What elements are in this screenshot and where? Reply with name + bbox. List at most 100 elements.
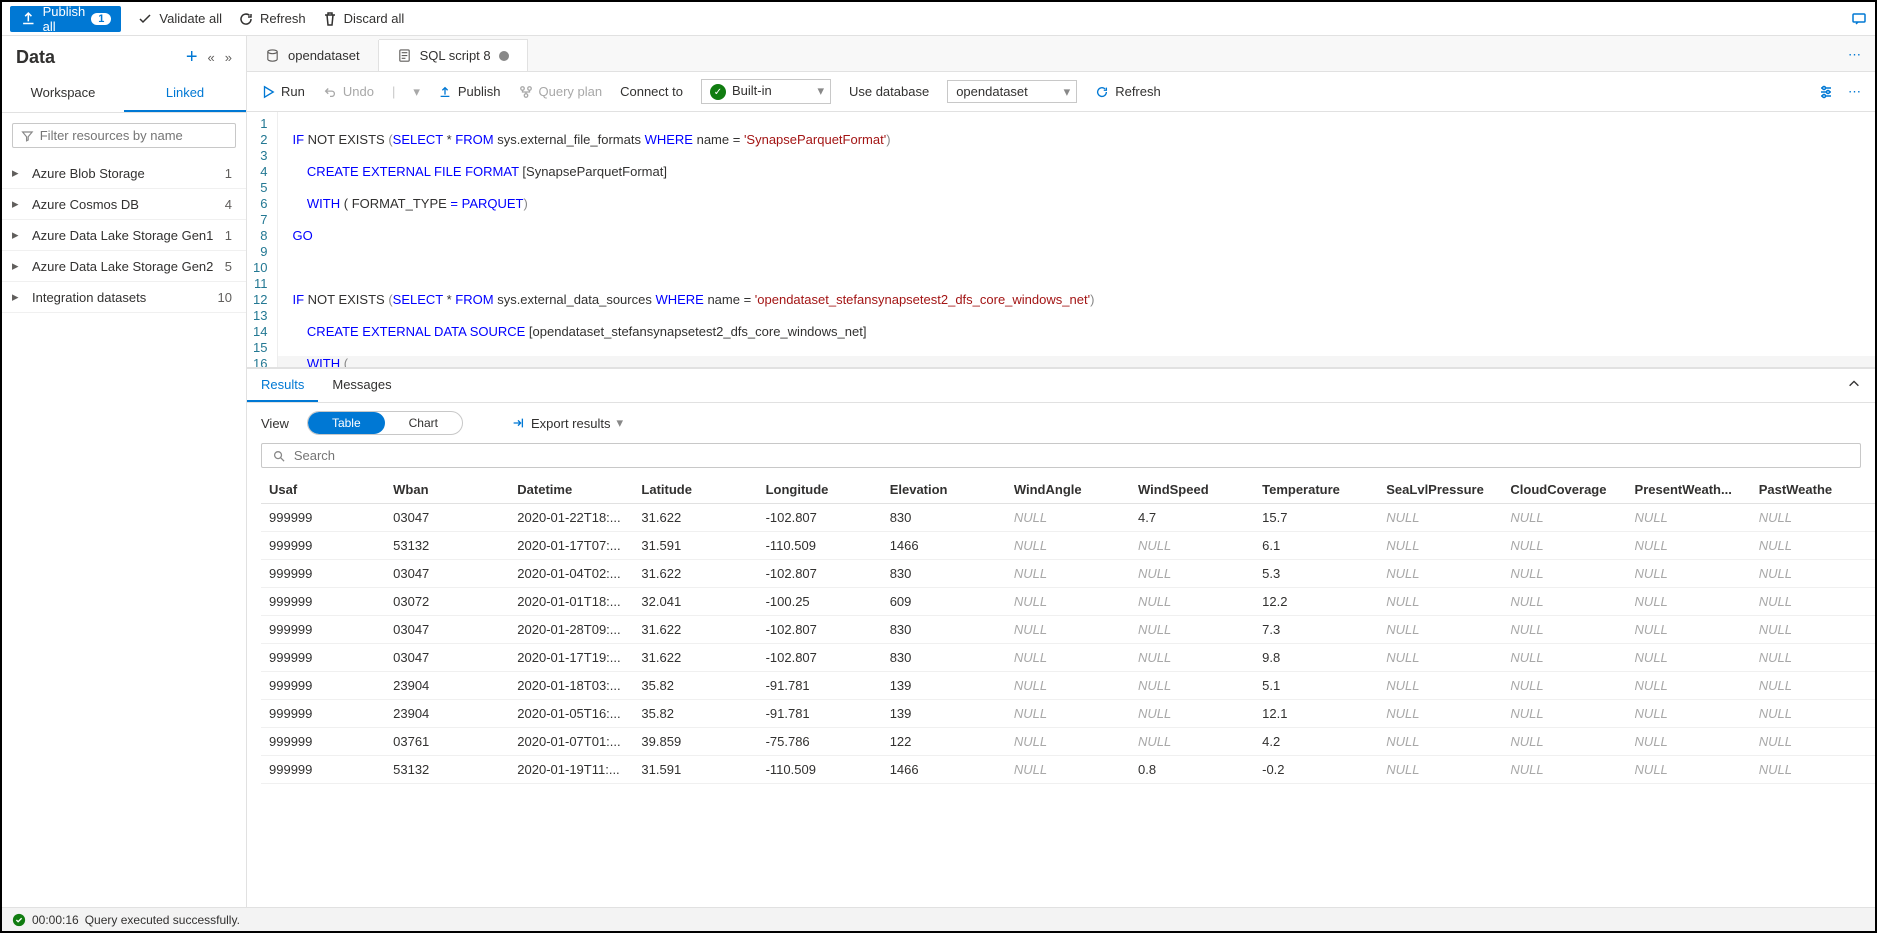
table-row[interactable]: 999999037612020-01-07T01:...39.859-75.78…	[261, 728, 1875, 756]
table-row[interactable]: 999999239042020-01-18T03:...35.82-91.781…	[261, 672, 1875, 700]
usedb-value: opendataset	[956, 84, 1028, 99]
table-row[interactable]: 999999030472020-01-04T02:...31.622-102.8…	[261, 560, 1875, 588]
settings-icon[interactable]	[1818, 84, 1834, 100]
cell: NULL	[1378, 504, 1502, 532]
cell: NULL	[1006, 672, 1130, 700]
refresh-button[interactable]: Refresh	[238, 11, 306, 27]
cell: 31.622	[633, 560, 757, 588]
cell: NULL	[1130, 588, 1254, 616]
cell: NULL	[1378, 616, 1502, 644]
queryplan-button[interactable]: Query plan	[519, 84, 603, 99]
run-button[interactable]: Run	[261, 84, 305, 99]
table-row[interactable]: 999999531322020-01-19T11:...31.591-110.5…	[261, 756, 1875, 784]
tab-messages[interactable]: Messages	[318, 369, 405, 402]
col-header[interactable]: Longitude	[758, 476, 882, 504]
cell: NULL	[1502, 672, 1626, 700]
cell: NULL	[1502, 728, 1626, 756]
table-row[interactable]: 999999239042020-01-05T16:...35.82-91.781…	[261, 700, 1875, 728]
col-header[interactable]: Datetime	[509, 476, 633, 504]
cell: 609	[882, 588, 1006, 616]
col-header[interactable]: Usaf	[261, 476, 385, 504]
col-header[interactable]: WindAngle	[1006, 476, 1130, 504]
view-chart[interactable]: Chart	[385, 412, 462, 434]
cell: NULL	[1627, 616, 1751, 644]
sidebar-item-adls2[interactable]: ▸Azure Data Lake Storage Gen25	[2, 251, 246, 282]
cell: NULL	[1751, 588, 1875, 616]
validate-label: Validate all	[159, 11, 222, 26]
discard-all-button[interactable]: Discard all	[322, 11, 405, 27]
add-button[interactable]: +	[186, 46, 198, 69]
undo-dropdown[interactable]: ▾	[413, 84, 420, 100]
filter-input[interactable]	[40, 128, 227, 143]
filter-input-wrap[interactable]	[12, 123, 236, 148]
cell: NULL	[1378, 700, 1502, 728]
success-icon	[12, 913, 26, 927]
sidebar-item-cosmos[interactable]: ▸Azure Cosmos DB4	[2, 189, 246, 220]
tab-results[interactable]: Results	[247, 369, 318, 402]
cell: 15.7	[1254, 504, 1378, 532]
refresh-button-2[interactable]: Refresh	[1095, 84, 1161, 99]
cell: NULL	[1378, 756, 1502, 784]
sidebar-item-count: 1	[225, 228, 232, 243]
col-header[interactable]: Latitude	[633, 476, 757, 504]
publish-icon	[20, 10, 37, 27]
collapse-results-button[interactable]	[1833, 369, 1875, 402]
trash-icon	[322, 11, 338, 27]
col-header[interactable]: Wban	[385, 476, 509, 504]
results-view-row: View Table Chart Export results ▾	[247, 403, 1875, 443]
col-header[interactable]: Elevation	[882, 476, 1006, 504]
cell: 35.82	[633, 700, 757, 728]
status-message: Query executed successfully.	[85, 913, 240, 927]
cell: 999999	[261, 700, 385, 728]
undo-button[interactable]: Undo	[323, 84, 374, 99]
validate-all-button[interactable]: Validate all	[137, 11, 222, 27]
use-database-select[interactable]: opendataset	[947, 80, 1077, 103]
code-content: IF NOT EXISTS (SELECT * FROM sys.externa…	[278, 112, 1875, 367]
tab-overflow-button[interactable]: ⋯	[1834, 39, 1875, 71]
table-row[interactable]: 999999030722020-01-01T18:...32.041-100.2…	[261, 588, 1875, 616]
publish-all-button[interactable]: Publish all 1	[10, 6, 121, 32]
cell: 32.041	[633, 588, 757, 616]
code-editor[interactable]: 12345678910111213141516 IF NOT EXISTS (S…	[247, 112, 1875, 367]
table-row[interactable]: 999999030472020-01-17T19:...31.622-102.8…	[261, 644, 1875, 672]
view-table[interactable]: Table	[308, 412, 385, 434]
results-search[interactable]	[261, 443, 1861, 468]
col-header[interactable]: Temperature	[1254, 476, 1378, 504]
connect-to-select[interactable]: ✓Built-in	[701, 79, 831, 105]
run-label: Run	[281, 84, 305, 99]
tab-sqlscript8[interactable]: SQL script 8	[379, 39, 528, 71]
col-header[interactable]: WindSpeed	[1130, 476, 1254, 504]
sidebar-item-blob[interactable]: ▸Azure Blob Storage1	[2, 158, 246, 189]
export-button[interactable]: Export results ▾	[511, 415, 623, 431]
cell: 2020-01-04T02:...	[509, 560, 633, 588]
table-row[interactable]: 999999030472020-01-28T09:...31.622-102.8…	[261, 616, 1875, 644]
cell: NULL	[1502, 756, 1626, 784]
col-header[interactable]: SeaLvlPressure	[1378, 476, 1502, 504]
toolbar-overflow[interactable]: ⋯	[1848, 84, 1861, 100]
col-header[interactable]: PastWeathe	[1751, 476, 1875, 504]
col-header[interactable]: CloudCoverage	[1502, 476, 1626, 504]
publish-button[interactable]: Publish	[438, 84, 501, 99]
cell: NULL	[1627, 588, 1751, 616]
cell: NULL	[1378, 672, 1502, 700]
publish-icon	[438, 85, 452, 99]
results-search-input[interactable]	[294, 448, 1850, 463]
results-grid[interactable]: UsafWbanDatetimeLatitudeLongitudeElevati…	[261, 476, 1875, 907]
table-row[interactable]: 999999030472020-01-22T18:...31.622-102.8…	[261, 504, 1875, 532]
tab-opendataset[interactable]: opendataset	[247, 40, 379, 71]
feedback-button[interactable]	[1851, 11, 1867, 27]
use-database-label: Use database	[849, 84, 929, 99]
sidebar-item-integration[interactable]: ▸Integration datasets10	[2, 282, 246, 313]
sidebar-item-adls1[interactable]: ▸Azure Data Lake Storage Gen11	[2, 220, 246, 251]
collapse-icon[interactable]: «	[208, 50, 215, 65]
connect-to-label: Connect to	[620, 84, 683, 99]
cell: NULL	[1751, 700, 1875, 728]
cell: NULL	[1751, 756, 1875, 784]
tab-linked[interactable]: Linked	[124, 75, 246, 112]
view-toggle[interactable]: Table Chart	[307, 411, 463, 435]
cell: 03072	[385, 588, 509, 616]
col-header[interactable]: PresentWeath...	[1627, 476, 1751, 504]
tab-workspace[interactable]: Workspace	[2, 75, 124, 112]
expand-icon[interactable]: »	[225, 50, 232, 65]
table-row[interactable]: 999999531322020-01-17T07:...31.591-110.5…	[261, 532, 1875, 560]
